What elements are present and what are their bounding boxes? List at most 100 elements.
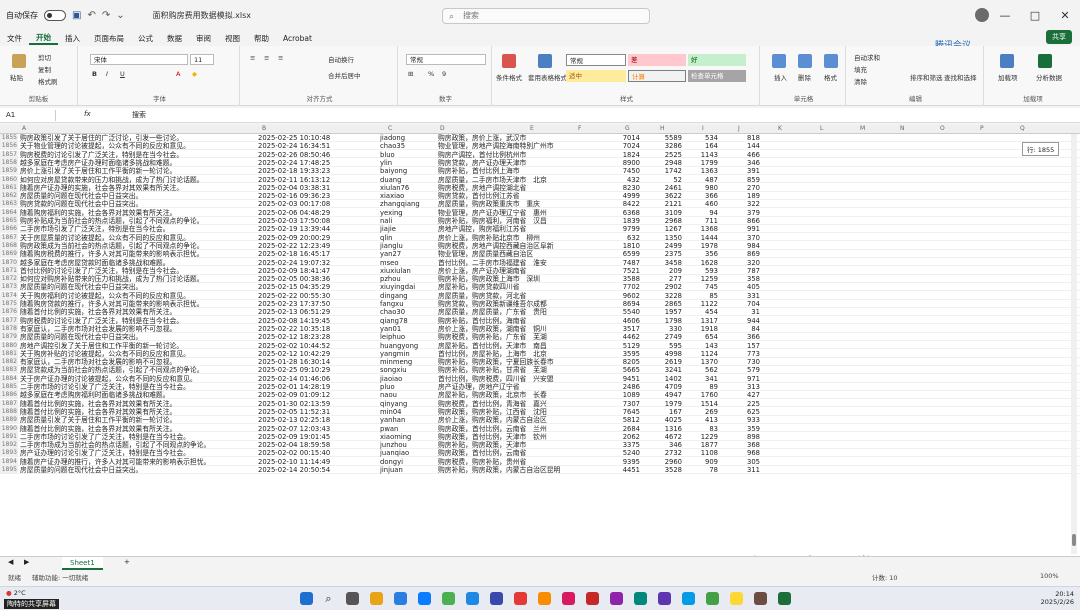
tab-view[interactable]: 视图: [218, 33, 247, 44]
analyze-data-button[interactable]: 分析数据: [1036, 72, 1062, 82]
cell-number[interactable]: 346: [640, 441, 682, 449]
table-row[interactable]: 1880 房地产调控引发了关于居住和工作平衡的新一轮讨论。 2025-02-02 1…: [0, 341, 1080, 350]
cell-datetime[interactable]: 2025-02-01 14:28:19: [258, 383, 378, 391]
cell-number[interactable]: 368: [718, 441, 760, 449]
start-icon[interactable]: [300, 592, 313, 605]
cell-user[interactable]: xiaxiao: [380, 192, 436, 200]
row-number[interactable]: 1868: [0, 241, 18, 250]
cell-content[interactable]: 购房政策引发了关于居住的广泛讨论，引发一些讨论。: [20, 134, 256, 142]
cell-datetime[interactable]: 2025-02-03 00:17:08: [258, 200, 378, 208]
cell-user[interactable]: juanqiao: [380, 449, 436, 457]
column-header[interactable]: G: [625, 125, 630, 132]
cell-number[interactable]: 1122: [682, 300, 718, 308]
cell-number[interactable]: 632: [600, 234, 640, 242]
cell-datetime[interactable]: 2025-02-13 02:25:18: [258, 416, 378, 424]
table-row[interactable]: 1869 随着购房税费的推行，许多人对其可能带来的影响表示担忧。 2025-02-1…: [0, 250, 1080, 259]
cell-number[interactable]: 144: [718, 142, 760, 150]
italic-icon[interactable]: I: [106, 70, 108, 78]
cell-number[interactable]: 3241: [640, 366, 682, 374]
cell-user[interactable]: zhangqiang: [380, 200, 436, 208]
cell-number[interactable]: 654: [682, 333, 718, 341]
cell-number[interactable]: 94: [682, 209, 718, 217]
cell-number[interactable]: 83: [682, 425, 718, 433]
cell-number[interactable]: 2749: [640, 333, 682, 341]
cell-number[interactable]: 1979: [640, 400, 682, 408]
sheet-tab[interactable]: Sheet1: [62, 557, 103, 570]
cell-number[interactable]: 370: [718, 234, 760, 242]
cell-datetime[interactable]: 2025-02-18 16:45:17: [258, 250, 378, 258]
cell-category[interactable]: 房屋补贴，购房政策，北京市 长春: [438, 391, 598, 399]
cell-number[interactable]: 7024: [600, 142, 640, 150]
cell-content[interactable]: 二手房市场的讨论引发了广泛关注，特别是在当今社会。: [20, 433, 256, 441]
autosum-button[interactable]: 自动求和: [854, 52, 880, 62]
table-row[interactable]: 1866 二手房市场引发了广泛关注，特别是在当今社会。 2025-02-19 13:…: [0, 225, 1080, 234]
table-row[interactable]: 1859 房价上涨引发了关于居住和工作平衡的新一轮讨论。 2025-02-18 19…: [0, 167, 1080, 176]
cell-number[interactable]: 157: [718, 342, 760, 350]
cell-number[interactable]: 277: [640, 275, 682, 283]
cell-datetime[interactable]: 2025-02-16 09:36:23: [258, 192, 378, 200]
cell-content[interactable]: 房屋质量的问题在现代社会中日益突出。: [20, 192, 256, 200]
column-header[interactable]: I: [702, 125, 704, 132]
row-number[interactable]: 1857: [0, 150, 18, 159]
table-row[interactable]: 1877 购房税费的讨论引发了广泛关注，特别是在当今社会。 2025-02-08 1…: [0, 316, 1080, 325]
cell-datetime[interactable]: 2025-02-09 20:00:29: [258, 234, 378, 242]
cell-number[interactable]: 466: [718, 151, 760, 159]
cell-category[interactable]: 购房政策，房价上涨，武汉市: [438, 134, 598, 142]
row-number[interactable]: 1884: [0, 374, 18, 383]
share-button[interactable]: 共享: [1046, 30, 1072, 44]
font-name-select[interactable]: 宋体: [90, 54, 188, 65]
table-row[interactable]: 1881 关于购房补贴的讨论被提起，公众有不同的反应和意见。 2025-02-12 …: [0, 349, 1080, 358]
cell-datetime[interactable]: 2025-02-06 04:48:29: [258, 209, 378, 217]
cell-number[interactable]: 405: [718, 283, 760, 291]
redo-icon[interactable]: ↷: [102, 10, 110, 21]
cell-datetime[interactable]: 2025-02-22 10:35:18: [258, 325, 378, 333]
cell-number[interactable]: 3517: [600, 325, 640, 333]
cell-number[interactable]: 1957: [640, 308, 682, 316]
style-neutral[interactable]: 适中: [566, 70, 626, 82]
cell-number[interactable]: 3588: [600, 275, 640, 283]
cell-number[interactable]: 320: [718, 259, 760, 267]
cell-datetime[interactable]: 2025-02-05 11:52:31: [258, 408, 378, 416]
cell-datetime[interactable]: 2025-02-10 11:14:49: [258, 458, 378, 466]
cell-number[interactable]: 8230: [600, 184, 640, 192]
cell-datetime[interactable]: 2025-02-08 14:19:45: [258, 317, 378, 325]
cell-number[interactable]: 859: [718, 176, 760, 184]
cell-number[interactable]: 305: [718, 458, 760, 466]
cell-number[interactable]: 1839: [600, 217, 640, 225]
cell-user[interactable]: yexing: [380, 209, 436, 217]
cell-datetime[interactable]: 2025-02-24 17:48:25: [258, 159, 378, 167]
cell-number[interactable]: 3286: [640, 142, 682, 150]
table-row[interactable]: 1861 随着房产证办理的实施，社会各界对其效果有所关注。 2025-02-04 0…: [0, 183, 1080, 192]
cell-user[interactable]: fangxu: [380, 300, 436, 308]
cell-number[interactable]: 704: [718, 300, 760, 308]
addins-button[interactable]: 加载项: [998, 72, 1018, 82]
conditional-format-button[interactable]: 条件格式: [496, 72, 522, 82]
table-row[interactable]: 1871 首付比例的讨论引发了广泛关注，特别是在当今社会。 2025-02-09 1…: [0, 266, 1080, 275]
cell-datetime[interactable]: 2025-02-03 17:50:08: [258, 217, 378, 225]
cell-number[interactable]: 9799: [600, 225, 640, 233]
cell-datetime[interactable]: 2025-02-23 17:37:50: [258, 300, 378, 308]
app-icon[interactable]: [610, 592, 623, 605]
app-icon[interactable]: [706, 592, 719, 605]
table-row[interactable]: 1879 房屋质量的问题在现代社会中日益突出。 2025-02-12 18:23:2…: [0, 333, 1080, 342]
cell-user[interactable]: bluo: [380, 151, 436, 159]
cell-number[interactable]: 4025: [640, 416, 682, 424]
weather-widget[interactable]: ● 2°C: [6, 589, 26, 597]
font-color-icon[interactable]: A: [176, 70, 180, 78]
cell-category[interactable]: 物业管理，房屋质量西藏自治区: [438, 250, 598, 258]
cell-category[interactable]: 购房税费，房地产调控西藏自治区阜新: [438, 242, 598, 250]
cell-number[interactable]: 8422: [600, 200, 640, 208]
cell-number[interactable]: 460: [682, 200, 718, 208]
row-number[interactable]: 1895: [0, 466, 18, 474]
cell-datetime[interactable]: 2025-02-02 10:44:52: [258, 342, 378, 350]
row-number[interactable]: 1870: [0, 258, 18, 267]
cell-content[interactable]: 随着购房税费的推行，许多人对其可能带来的影响表示担忧。: [20, 250, 256, 258]
tab-help[interactable]: 帮助: [247, 33, 276, 44]
cell-category[interactable]: 购房税费，购房补贴，贵州省: [438, 458, 598, 466]
cell-user[interactable]: qlin: [380, 234, 436, 242]
cell-number[interactable]: 5665: [600, 366, 640, 374]
tab-acrobat[interactable]: Acrobat: [276, 34, 319, 43]
cell-category[interactable]: 购房补贴，首付比例，海南省: [438, 317, 598, 325]
cell-number[interactable]: 4709: [640, 383, 682, 391]
cell-number[interactable]: 366: [682, 192, 718, 200]
